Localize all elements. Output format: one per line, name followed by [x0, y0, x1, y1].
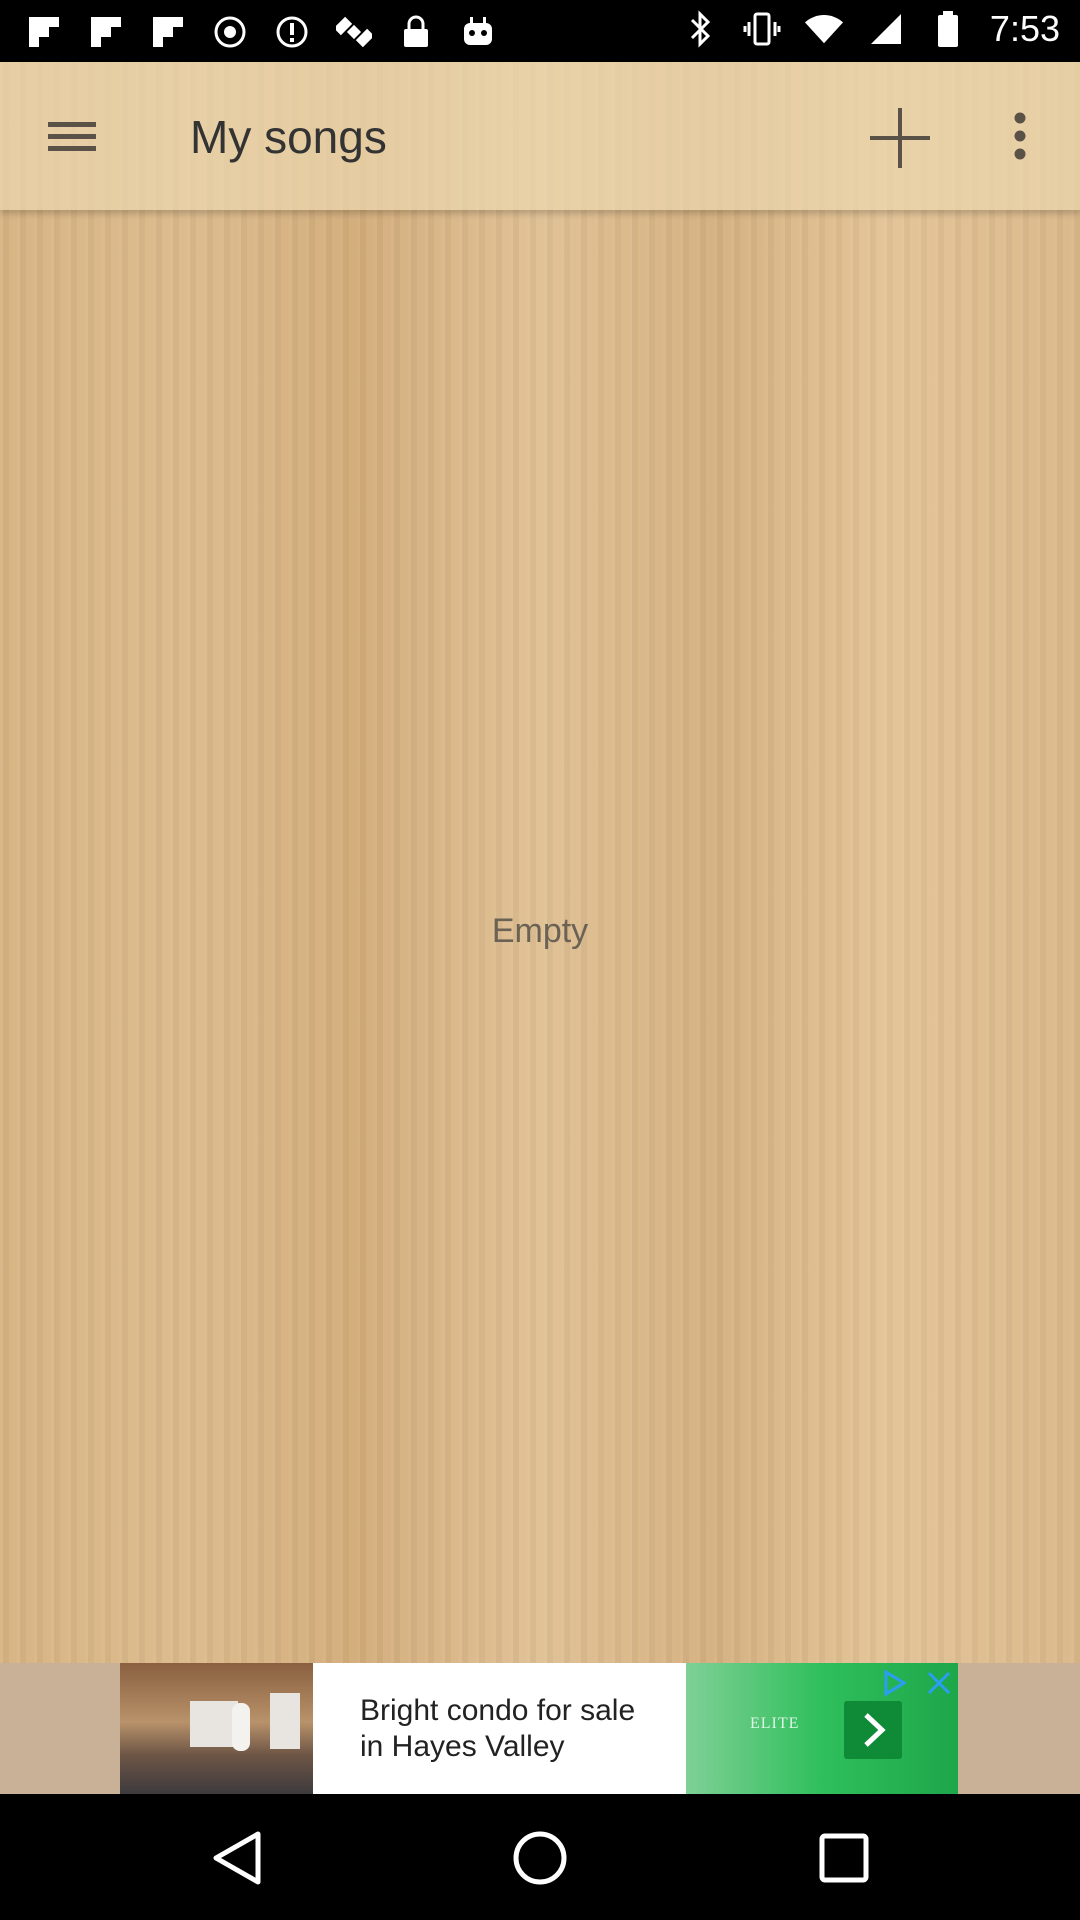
- signal-icon: [866, 9, 906, 49]
- navigation-bar: [0, 1794, 1080, 1920]
- adchoices-icon: [884, 1669, 907, 1697]
- status-bar: 7:53: [0, 0, 1080, 62]
- ad-cta-panel: ELITE: [686, 1663, 958, 1794]
- empty-state-label: Empty: [491, 912, 589, 950]
- flipboard-icon: [24, 12, 64, 52]
- home-button[interactable]: [502, 1820, 578, 1896]
- app-toolbar: My songs: [0, 62, 1080, 210]
- bluetooth-icon: [680, 9, 720, 49]
- ad-cta-button[interactable]: [844, 1701, 902, 1759]
- battery-icon: [928, 9, 968, 49]
- status-bar-system: 7:53: [680, 8, 1060, 50]
- wifi-icon: [804, 9, 844, 49]
- clock: 7:53: [989, 8, 1060, 49]
- ad-banner[interactable]: Bright condo for sale in Hayes Valley EL…: [120, 1663, 958, 1794]
- satellite-icon: [334, 12, 374, 52]
- add-song-button[interactable]: [864, 102, 936, 174]
- alert-icon: [272, 12, 312, 52]
- chevron-right-icon: [864, 1713, 886, 1747]
- flipboard-icon: [148, 12, 188, 52]
- status-bar-notifications: [24, 12, 498, 52]
- plus-icon: [870, 108, 930, 168]
- close-icon: [927, 1671, 951, 1695]
- recents-square-icon: [819, 1833, 869, 1883]
- vibrate-icon: [742, 9, 782, 49]
- home-circle-icon: [513, 1831, 567, 1885]
- robot-icon: [458, 12, 498, 52]
- wood-background: [0, 62, 1080, 1663]
- ad-image: [120, 1663, 313, 1794]
- recents-button[interactable]: [806, 1820, 882, 1896]
- lock-icon: [396, 12, 436, 52]
- more-vert-icon: [1014, 112, 1026, 160]
- ad-text: Bright condo for sale in Hayes Valley: [360, 1693, 680, 1765]
- overflow-menu-button[interactable]: [1002, 102, 1038, 174]
- adchoices-button[interactable]: [880, 1668, 910, 1698]
- ad-text-line-1: Bright condo for sale: [360, 1694, 636, 1727]
- back-button[interactable]: [200, 1820, 276, 1896]
- back-triangle-icon: [213, 1831, 261, 1885]
- ad-text-line-2: in Hayes Valley: [360, 1730, 565, 1763]
- flipboard-icon: [86, 12, 126, 52]
- hamburger-menu-icon: [48, 122, 96, 151]
- record-icon: [210, 12, 250, 52]
- ad-logo: ELITE: [750, 1715, 800, 1732]
- menu-button[interactable]: [36, 102, 108, 170]
- ad-close-button[interactable]: [924, 1668, 954, 1698]
- page-title: My songs: [190, 111, 387, 163]
